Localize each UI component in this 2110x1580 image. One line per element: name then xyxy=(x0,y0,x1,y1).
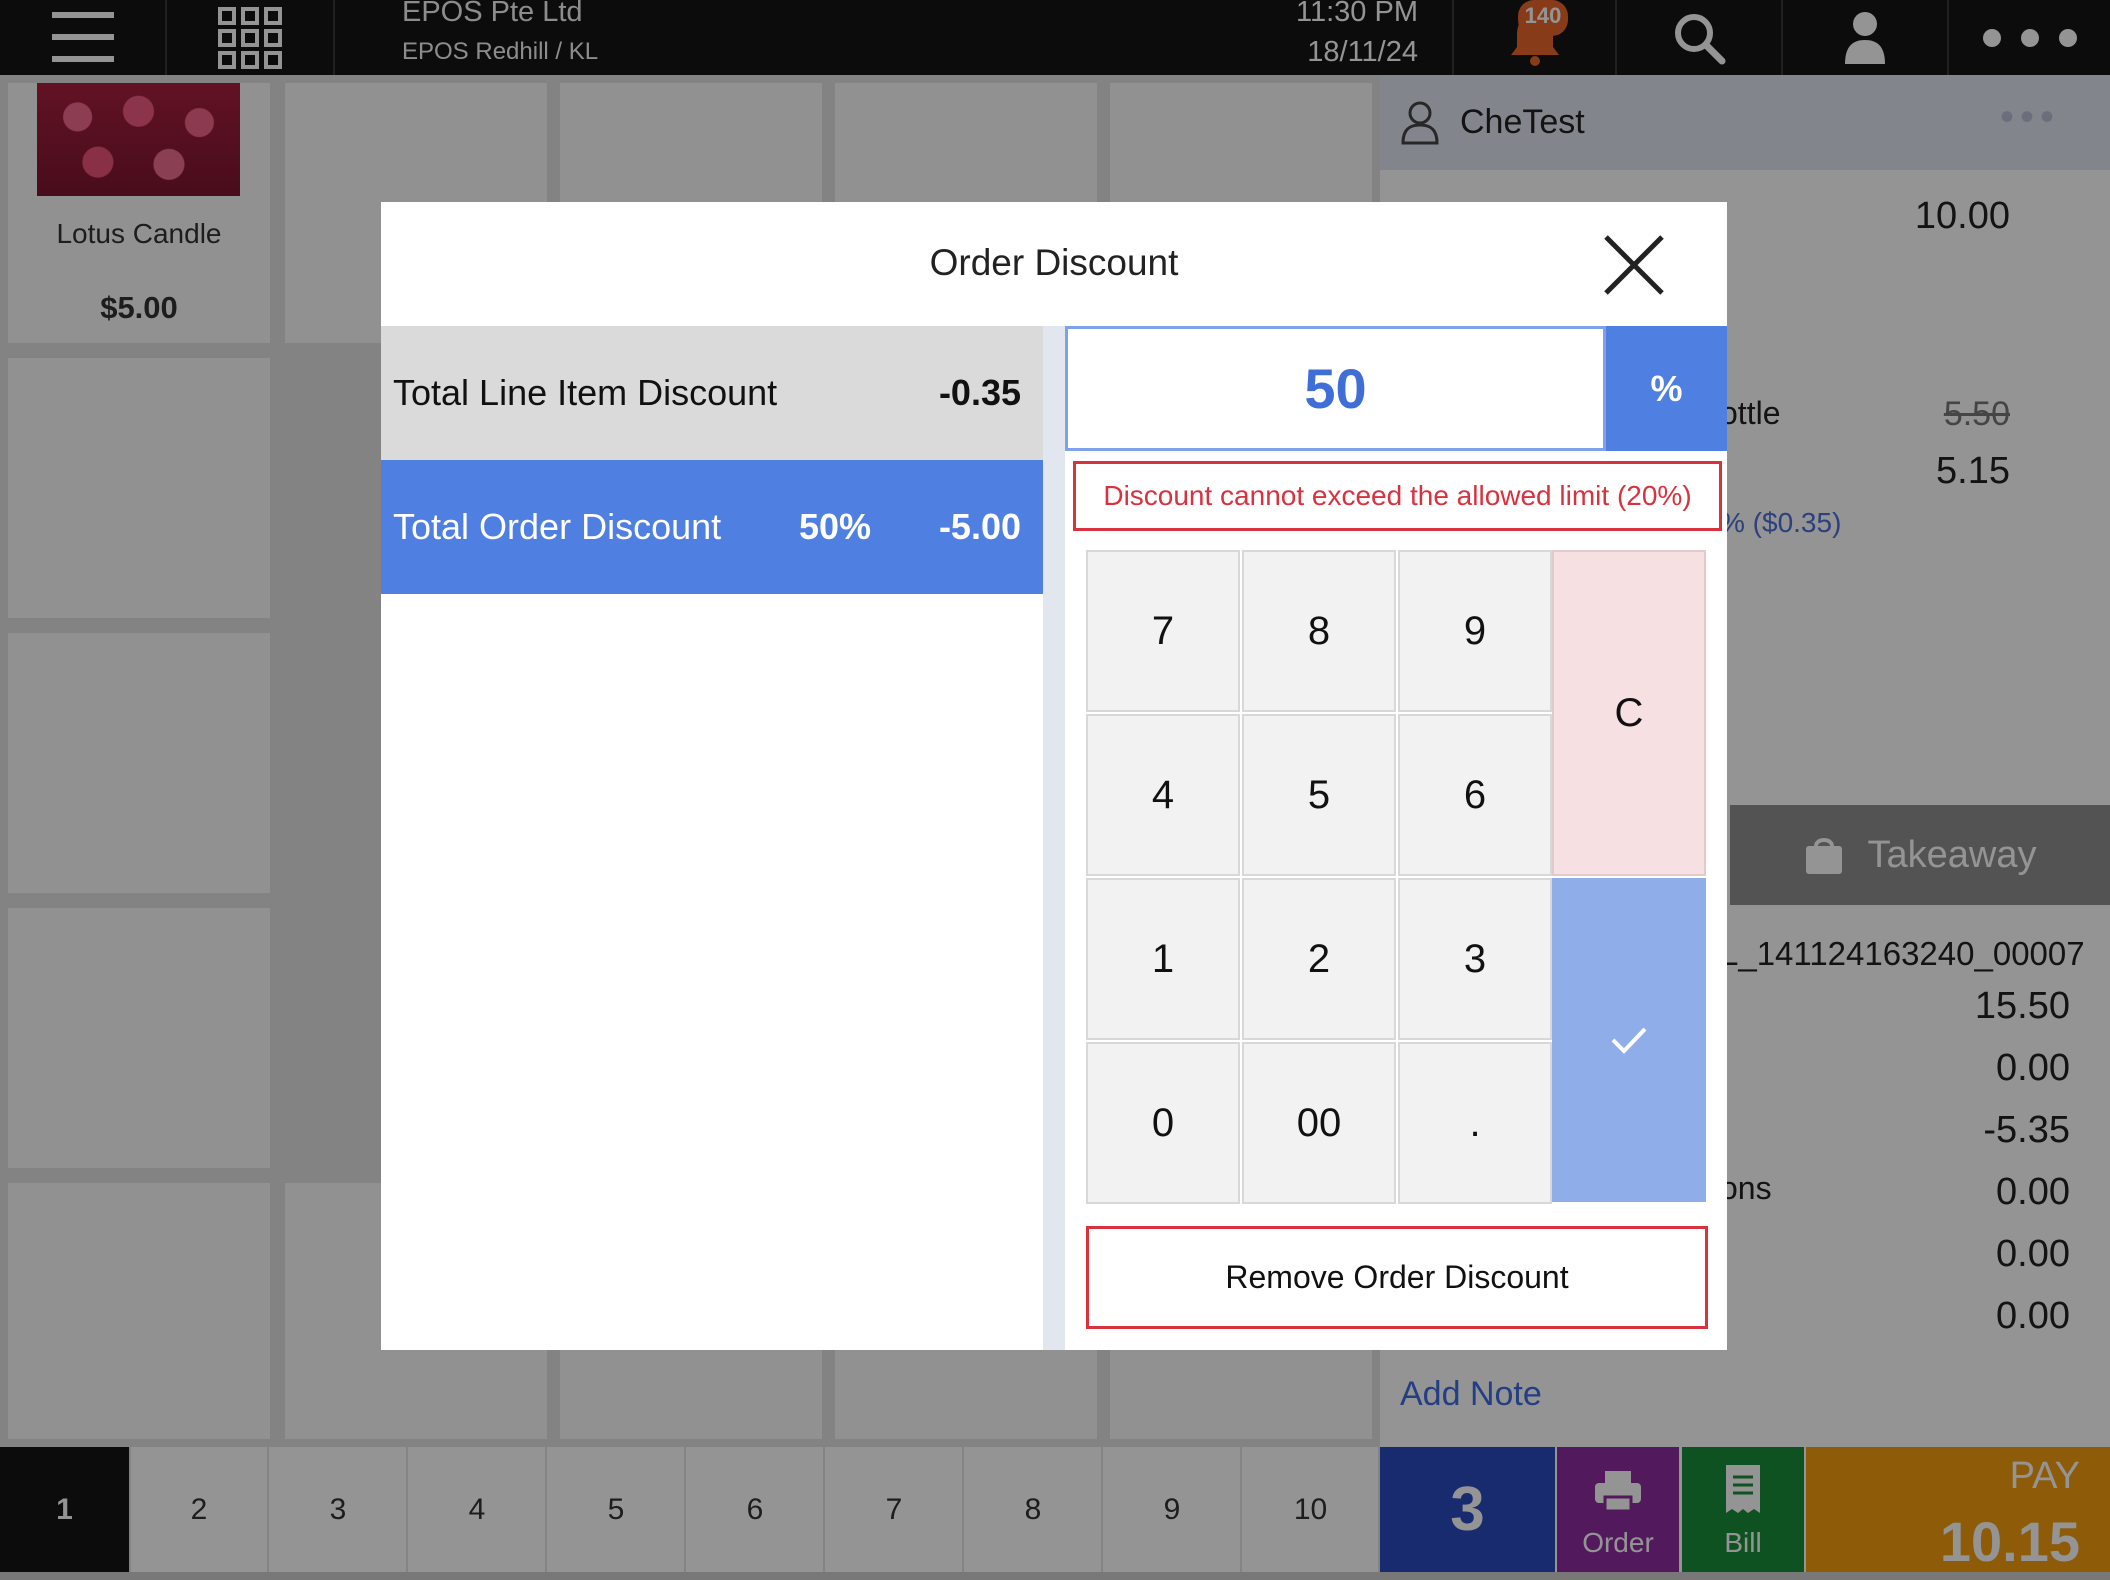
key-1[interactable]: 1 xyxy=(1086,878,1240,1040)
line-item-discount-row[interactable]: Total Line Item Discount -0.35 xyxy=(381,326,1043,460)
clear-key[interactable]: C xyxy=(1552,550,1706,876)
error-message: Discount cannot exceed the allowed limit… xyxy=(1073,461,1722,531)
key-6[interactable]: 6 xyxy=(1398,714,1552,876)
remove-order-discount-button[interactable]: Remove Order Discount xyxy=(1086,1226,1708,1329)
dialog-title: Order Discount xyxy=(929,242,1179,283)
key-0[interactable]: 0 xyxy=(1086,1042,1240,1204)
close-icon xyxy=(1604,235,1664,295)
discount-list: Total Line Item Discount -0.35 Total Ord… xyxy=(381,326,1043,1350)
row-amount: -5.00 xyxy=(938,506,1021,547)
key-8[interactable]: 8 xyxy=(1242,550,1396,712)
pane-divider xyxy=(1043,326,1065,1350)
key-00[interactable]: 00 xyxy=(1242,1042,1396,1204)
order-discount-dialog: Order Discount Total Line Item Discount … xyxy=(381,202,1727,1350)
key-3[interactable]: 3 xyxy=(1398,878,1552,1040)
row-label: Total Line Item Discount xyxy=(393,372,778,413)
row-amount: -0.35 xyxy=(938,372,1021,413)
row-percent: 50% xyxy=(798,506,871,547)
key-decimal[interactable]: . xyxy=(1398,1042,1552,1204)
checkmark-icon xyxy=(1611,1027,1647,1054)
row-label: Total Order Discount xyxy=(393,506,722,547)
unit-toggle-button[interactable]: % xyxy=(1606,326,1727,451)
key-5[interactable]: 5 xyxy=(1242,714,1396,876)
key-4[interactable]: 4 xyxy=(1086,714,1240,876)
key-2[interactable]: 2 xyxy=(1242,878,1396,1040)
key-7[interactable]: 7 xyxy=(1086,550,1240,712)
close-button[interactable] xyxy=(1599,230,1669,300)
discount-value-input[interactable]: 50 xyxy=(1065,326,1606,451)
key-9[interactable]: 9 xyxy=(1398,550,1552,712)
numeric-keypad: 7 8 9 4 5 6 1 2 3 0 00 . C xyxy=(1086,550,1708,1204)
discount-entry-pane: 50 % Discount cannot exceed the allowed … xyxy=(1065,326,1727,1350)
order-discount-row[interactable]: Total Order Discount 50% -5.00 xyxy=(381,460,1043,594)
confirm-key[interactable] xyxy=(1552,878,1706,1202)
